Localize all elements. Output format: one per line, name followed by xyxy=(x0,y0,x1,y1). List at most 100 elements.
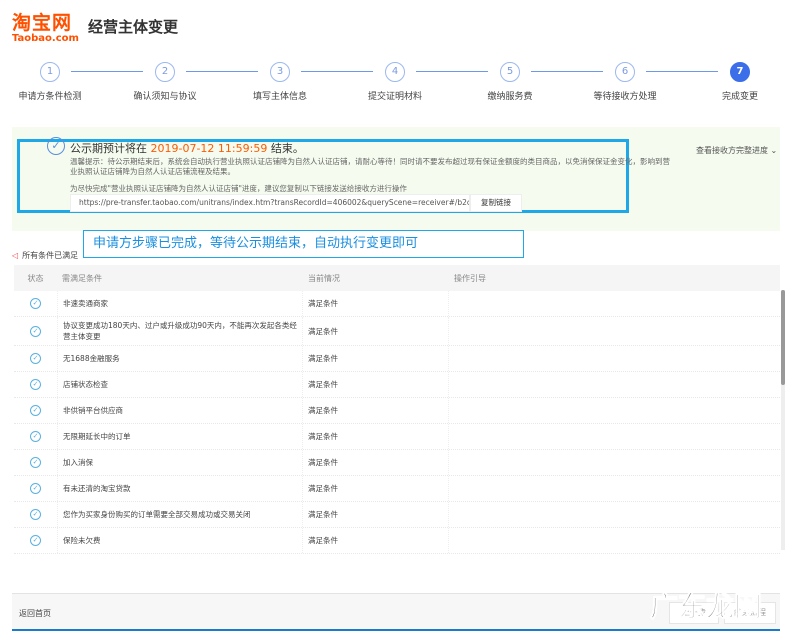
status-cell: ✓ xyxy=(14,528,57,553)
current-cell: 满足条件 xyxy=(303,346,449,371)
logo-cn: 淘宝网 xyxy=(12,12,73,34)
step-label: 申请方条件检测 xyxy=(18,92,82,102)
current-cell: 满足条件 xyxy=(303,424,449,449)
guide-cell xyxy=(449,528,780,553)
conditions-table: 状态 需满足条件 当前情况 操作引导 ✓ 非速卖通商家 满足条件 ✓ 协议变更成功180… xyxy=(14,265,780,554)
step-label: 确认须知与协议 xyxy=(133,92,197,102)
step-number: 5 xyxy=(500,62,520,82)
check-circle-icon: ✓ xyxy=(30,298,41,309)
guide-cell xyxy=(449,291,780,316)
table-header: 状态 需满足条件 当前情况 操作引导 xyxy=(14,265,780,291)
current-cell: 满足条件 xyxy=(303,476,449,501)
speaker-icon: ◁ xyxy=(12,251,19,260)
current-cell: 满足条件 xyxy=(303,372,449,397)
status-cell: ✓ xyxy=(14,317,57,345)
status-cell: ✓ xyxy=(14,450,57,475)
guide-cell xyxy=(449,317,780,345)
step-3: 3 填写主体信息 xyxy=(230,62,330,102)
notice-prefix: 公示期预计将在 xyxy=(70,142,147,155)
current-cell: 满足条件 xyxy=(303,502,449,527)
condition-cell: 加入消保 xyxy=(57,450,303,475)
condition-cell: 非供销平台供应商 xyxy=(57,398,303,423)
chevron-down-icon: ⌄ xyxy=(768,146,778,155)
col-status: 状态 xyxy=(27,273,44,283)
link-input[interactable]: https://pre-transfer.taobao.com/unitrans… xyxy=(70,194,470,212)
status-cell: ✓ xyxy=(14,424,57,449)
check-circle-icon: ✓ xyxy=(30,405,41,416)
check-circle-icon: ✓ xyxy=(47,137,65,155)
taobao-logo[interactable]: 淘宝网 Taobao.com xyxy=(12,8,79,44)
view-progress-label: 查看接收方完整进度 xyxy=(696,146,768,155)
condition-cell: 协议变更成功180天内、过户或升级成功90天内，不能再次发起各类经营主体变更 xyxy=(57,317,303,345)
table-row: ✓ 非供销平台供应商 满足条件 xyxy=(14,398,780,424)
step-number: 4 xyxy=(385,62,405,82)
guide-cell xyxy=(449,398,780,423)
conditions-met: ◁ 所有条件已满足 xyxy=(12,250,78,261)
check-circle-icon: ✓ xyxy=(30,509,41,520)
scrollbar-thumb[interactable] xyxy=(781,290,785,385)
check-circle-icon: ✓ xyxy=(30,379,41,390)
step-4: 4 提交证明材料 xyxy=(345,62,445,102)
logo-en: Taobao.com xyxy=(12,33,79,44)
watermark: 广东龙网 xyxy=(649,590,763,624)
step-label: 提交证明材料 xyxy=(367,92,422,102)
step-6: 6 等待接收方处理 xyxy=(575,62,675,102)
step-number: 7 xyxy=(730,62,750,82)
step-number: 1 xyxy=(40,62,60,82)
table-row: ✓ 保险未欠费 满足条件 xyxy=(14,528,780,554)
check-circle-icon: ✓ xyxy=(30,353,41,364)
current-cell: 满足条件 xyxy=(303,450,449,475)
table-row: ✓ 无1688金融服务 满足条件 xyxy=(14,346,780,372)
current-cell: 满足条件 xyxy=(303,528,449,553)
table-row: ✓ 无限期延长中的订单 满足条件 xyxy=(14,424,780,450)
step-5: 5 缴纳服务费 xyxy=(460,62,560,102)
step-label: 填写主体信息 xyxy=(252,92,307,102)
notice-title: 公示期预计将在 2019-07-12 11:59:59 结束。 xyxy=(70,140,304,156)
check-circle-icon: ✓ xyxy=(30,325,41,337)
current-cell: 满足条件 xyxy=(303,398,449,423)
condition-cell: 非速卖通商家 xyxy=(57,291,303,316)
table-row: ✓ 非速卖通商家 满足条件 xyxy=(14,291,780,317)
guide-cell xyxy=(449,476,780,501)
step-label: 缴纳服务费 xyxy=(487,92,533,102)
status-banner: 申请方步骤已完成，等待公示期结束，自动执行变更即可 xyxy=(83,230,524,258)
col-guide: 操作引导 xyxy=(454,273,486,283)
status-cell: ✓ xyxy=(14,291,57,316)
guide-cell xyxy=(449,346,780,371)
status-cell: ✓ xyxy=(14,476,57,501)
page-title: 经营主体变更 xyxy=(88,18,179,36)
col-condition: 需满足条件 xyxy=(62,273,102,283)
check-circle-icon: ✓ xyxy=(30,483,41,494)
step-number: 6 xyxy=(615,62,635,82)
table-row: ✓ 店铺状态检查 满足条件 xyxy=(14,372,780,398)
table-row: ✓ 有未还清的淘宝贷款 满足条件 xyxy=(14,476,780,502)
view-progress-link[interactable]: 查看接收方完整进度 ⌄ xyxy=(696,145,777,156)
table-row: ✓ 加入消保 满足条件 xyxy=(14,450,780,476)
copy-link-button[interactable]: 复制链接 xyxy=(470,194,522,212)
notice-suffix: 结束。 xyxy=(270,142,304,155)
condition-cell: 您作为买家身份购买的订单需要全部交易成功或交易关闭 xyxy=(57,502,303,527)
condition-cell: 无1688金融服务 xyxy=(57,346,303,371)
guide-cell xyxy=(449,450,780,475)
condition-cell: 保险未欠费 xyxy=(57,528,303,553)
current-cell: 满足条件 xyxy=(303,317,449,345)
status-cell: ✓ xyxy=(14,372,57,397)
stepper: 1 申请方条件检测 2 确认须知与协议 3 填写主体信息 4 提交证明材料 5 缴纳服务费 6 等待接… xyxy=(0,62,788,102)
notice-tip: 温馨提示：待公示期结束后，系统会自动执行营业执照认证店铺降为自然人认证店铺，请耐… xyxy=(70,157,670,176)
guide-cell xyxy=(449,502,780,527)
conditions-met-label: 所有条件已满足 xyxy=(22,251,79,260)
condition-cell: 有未还清的淘宝贷款 xyxy=(57,476,303,501)
table-row: ✓ 您作为买家身份购买的订单需要全部交易成功或交易关闭 满足条件 xyxy=(14,502,780,528)
step-2: 2 确认须知与协议 xyxy=(115,62,215,102)
step-number: 3 xyxy=(270,62,290,82)
notice-tip2: 为尽快完成"营业执照认证店铺降为自然人认证店铺"进度，建议您复制以下链接发送给接… xyxy=(70,184,407,193)
guide-cell xyxy=(449,424,780,449)
check-circle-icon: ✓ xyxy=(30,431,41,442)
table-row: ✓ 协议变更成功180天内、过户或升级成功90天内，不能再次发起各类经营主体变更满… xyxy=(14,317,780,346)
check-circle-icon: ✓ xyxy=(30,457,41,468)
notice-date: 2019-07-12 11:59:59 xyxy=(150,142,268,155)
back-home-link[interactable]: 返回首页 xyxy=(19,608,51,619)
step-label: 完成变更 xyxy=(721,92,758,102)
step-7: 7 完成变更 xyxy=(690,62,788,102)
col-current: 当前情况 xyxy=(308,273,340,283)
